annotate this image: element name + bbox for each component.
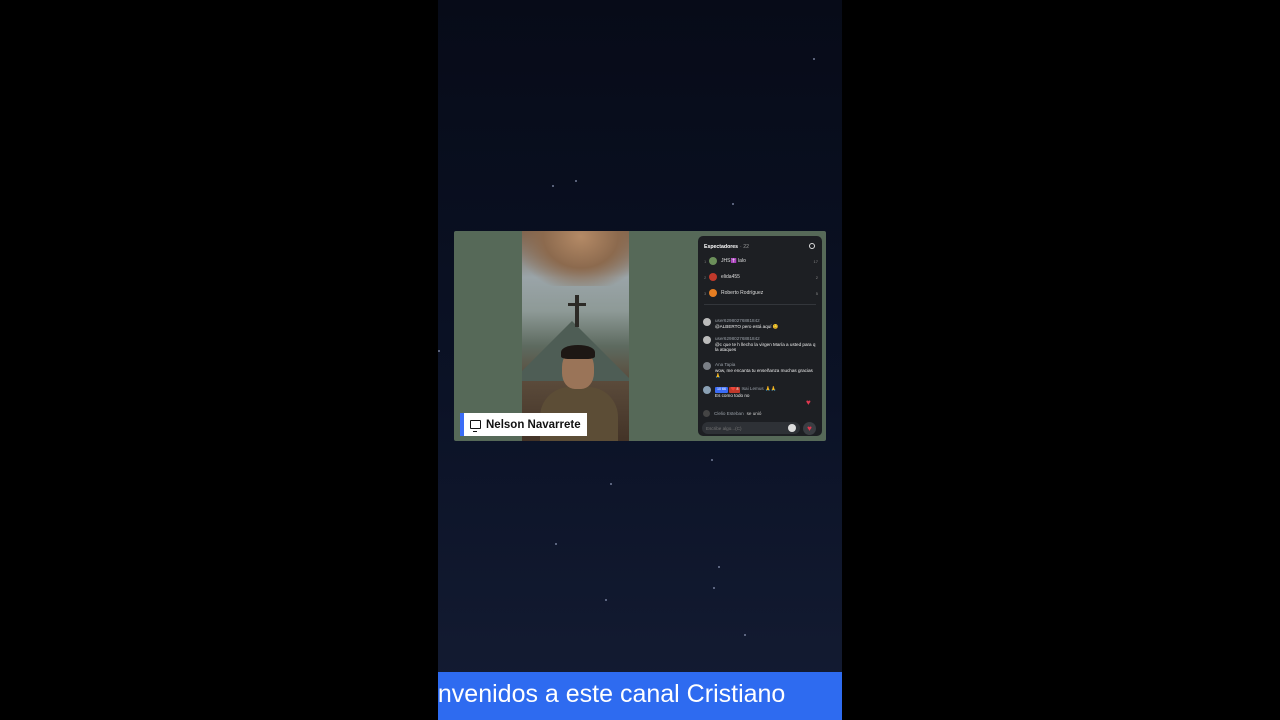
avatar <box>703 318 711 326</box>
star <box>605 599 607 601</box>
star <box>575 180 577 182</box>
chat-text: wow, me encanta tu enseñanza muchas grac… <box>715 367 813 379</box>
joined-text: se unió <box>746 411 762 416</box>
viewers-chat-panel: Espectadores · 22 1 JHS✝️ lalo 17 2 elida… <box>698 236 822 436</box>
stream-preview: Nelson Navarrete Espectadores · 22 1 JHS✝… <box>454 231 826 441</box>
streamer-video <box>522 231 629 441</box>
chat-message: user6298027688184​2 @ALBERTO pero está a… <box>703 318 817 329</box>
presenter-name: Nelson Navarrete <box>486 418 581 431</box>
viewers-title: Espectadores <box>704 244 739 250</box>
join-notice: Clelio Esteban se unió <box>703 410 761 417</box>
monitor-icon <box>470 420 481 432</box>
cross-shape <box>575 295 579 327</box>
viewers-header: Espectadores · 22 <box>704 244 749 250</box>
star <box>744 634 746 636</box>
chat-username[interactable]: Isai Lemus 🙏🙏 <box>741 386 776 391</box>
avatar <box>703 386 711 394</box>
ticker-banner: envenidos a este canal Cristiano <box>438 672 842 720</box>
divider <box>704 304 816 305</box>
ticker-text: envenidos a este canal Cristiano <box>438 680 786 708</box>
chat-text: @c que te h llecho la virgen María a ust… <box>715 341 816 353</box>
star <box>713 587 715 589</box>
chat-text: @ALBERTO pero está aquí 😊 <box>715 323 779 329</box>
avatar <box>709 289 717 297</box>
chat-text: Es como todo no <box>715 392 750 398</box>
chat-message: Ana Tapia wow, me encanta tu enseñanza m… <box>703 362 817 379</box>
emoji-icon[interactable] <box>788 424 796 432</box>
chat-input[interactable] <box>706 425 789 431</box>
fan-badge: ❤️ 8 <box>729 387 741 393</box>
star <box>610 483 612 485</box>
star <box>555 543 557 545</box>
viewer-row[interactable]: 1 JHS✝️ lalo 17 <box>704 256 818 266</box>
settings-icon[interactable] <box>809 243 815 249</box>
viewer-row[interactable]: 3 Roberto Rodríguez 5 <box>704 288 818 298</box>
viewer-row[interactable]: 2 elida455 2 <box>704 272 818 282</box>
join-icon <box>703 410 710 417</box>
star <box>438 350 440 352</box>
video-frame: Nelson Navarrete Espectadores · 22 1 JHS✝… <box>438 0 842 720</box>
avatar <box>703 362 711 370</box>
star <box>813 58 815 60</box>
star <box>732 203 734 205</box>
presenter-name-tag: Nelson Navarrete <box>460 413 587 436</box>
joined-username[interactable]: Clelio Esteban <box>714 411 744 416</box>
chat-message: 10 66 ❤️ 8 Isai Lemus 🙏🙏 Es como todo no <box>703 386 817 398</box>
chat-message: user6298027688184​2 @c que te h llecho l… <box>703 336 817 353</box>
heart-icon: ♥ <box>806 398 811 407</box>
chat-input-container <box>702 422 800 434</box>
avatar <box>703 336 711 344</box>
viewers-count: · 22 <box>740 244 749 250</box>
avatar <box>709 273 717 281</box>
like-button[interactable]: ♥ <box>803 422 816 435</box>
star <box>552 185 554 187</box>
avatar <box>709 257 717 265</box>
star <box>711 459 713 461</box>
star <box>718 566 720 568</box>
level-badge: 10 66 <box>715 387 728 393</box>
